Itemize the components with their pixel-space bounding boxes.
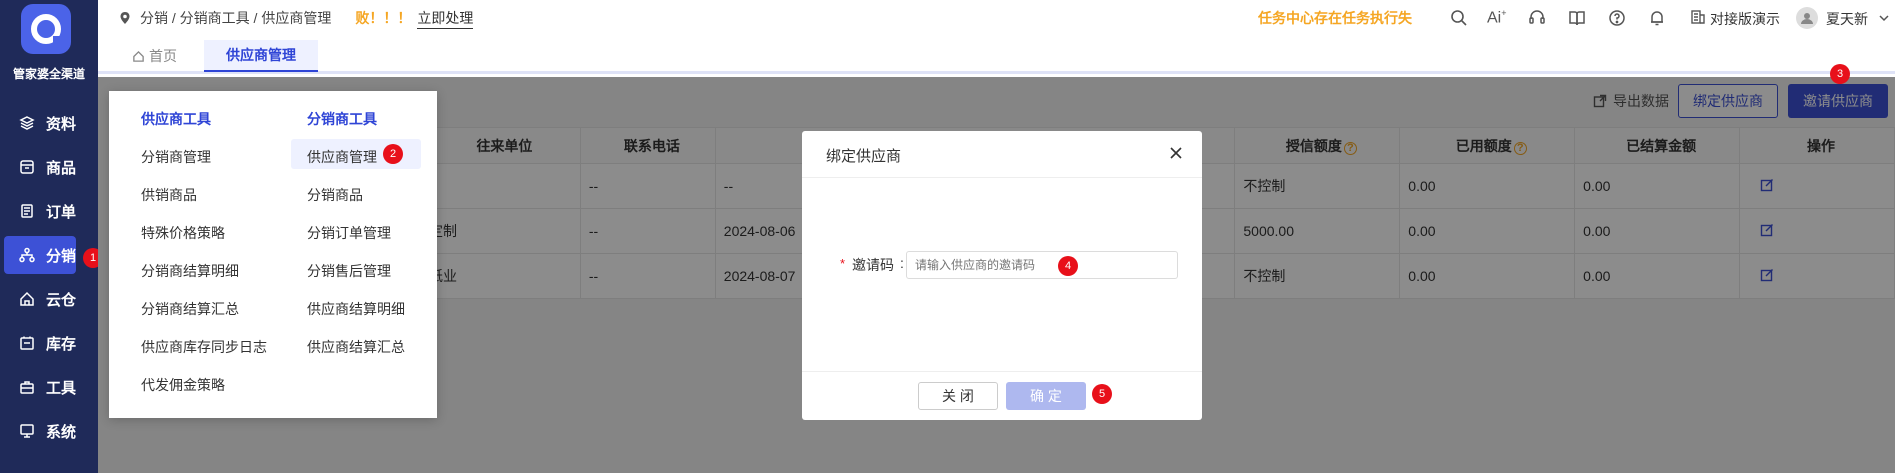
sidebar-item-goods[interactable]: 商品 (0, 148, 98, 186)
menu-item-supplier-settlement-detail[interactable]: 供应商结算明细 (307, 299, 405, 319)
bell-icon[interactable] (1648, 9, 1666, 30)
sidebar-item-tools[interactable]: 工具 (0, 368, 98, 406)
user-name[interactable]: 夏天新 (1826, 9, 1868, 29)
sidebar-item-data[interactable]: 资料 (0, 104, 98, 142)
menu-item-supply-goods[interactable]: 供销商品 (141, 185, 197, 205)
confirm-button[interactable]: 确 定 (1006, 382, 1086, 410)
sidebar-item-label: 库存 (46, 335, 77, 353)
step-badge-4: 4 (1058, 256, 1078, 276)
menu-item-dropship-commission[interactable]: 代发佣金策略 (141, 375, 225, 395)
tab-bar: 首页 供应商管理 (98, 36, 1895, 74)
menu-item-distributor-settlement-detail[interactable]: 分销商结算明细 (141, 261, 239, 281)
menu-item-special-price[interactable]: 特殊价格策略 (141, 223, 225, 243)
sidebar-item-label: 系统 (46, 423, 77, 441)
top-bar: 分销 / 分销商工具 / 供应商管理 败！！！ 立即处理 任务中心存在任务执行失… (98, 0, 1895, 36)
app-logo (21, 4, 71, 54)
menu-heading-supplier-tools: 供应商工具 (141, 111, 211, 127)
home-icon (132, 50, 145, 63)
toolbox-icon (18, 378, 36, 396)
stock-icon (18, 334, 36, 352)
step-badge-2: 2 (383, 144, 403, 164)
bind-supplier-dialog: 绑定供应商 * 邀请码 : 4 关 闭 确 定 5 (802, 131, 1202, 420)
book-icon[interactable] (1568, 9, 1586, 30)
search-icon[interactable] (1450, 9, 1468, 30)
sidebar-item-label: 订单 (46, 203, 77, 221)
menu-item-distribution-orders[interactable]: 分销订单管理 (307, 223, 391, 243)
location-icon (118, 11, 132, 25)
cloud-house-icon (18, 290, 36, 308)
brand-name: 管家婆全渠道 (12, 67, 85, 81)
close-icon[interactable] (1168, 145, 1184, 164)
tab-home[interactable]: 首页 (116, 40, 193, 72)
tab-supplier-management[interactable]: 供应商管理 (204, 40, 318, 72)
layers-icon (18, 114, 36, 132)
sidebar-item-distribution[interactable]: 分销 (4, 236, 76, 274)
sidebar: 管家婆全渠道 资料 商品 订单 分销 1 云仓 库存 工具 系统 (0, 0, 103, 473)
network-icon (18, 246, 36, 264)
required-mark: * (840, 256, 846, 271)
sidebar-item-label: 工具 (46, 379, 77, 397)
distribution-menu: 供应商工具 分销商工具 分销商管理 供销商品 特殊价格策略 分销商结算明细 分销… (109, 91, 437, 418)
handle-now-link[interactable]: 立即处理 (417, 8, 474, 29)
dialog-header-divider (802, 177, 1202, 178)
account-type[interactable]: 对接版演示 (1710, 9, 1780, 29)
sidebar-item-system[interactable]: 系统 (0, 412, 98, 450)
box-icon (18, 158, 36, 176)
sidebar-item-inventory[interactable]: 库存 (0, 324, 98, 362)
ai-icon[interactable]: Ai+ (1487, 8, 1507, 27)
tab-label: 首页 (149, 48, 177, 64)
step-badge-3: 3 (1830, 64, 1850, 84)
monitor-icon (18, 422, 36, 440)
invite-code-label: 邀请码 (852, 257, 894, 273)
step-badge-5: 5 (1092, 384, 1112, 404)
sidebar-item-label: 资料 (46, 115, 77, 133)
sidebar-item-label: 分销 (46, 247, 77, 265)
dialog-footer-divider (802, 371, 1202, 372)
help-icon[interactable] (1608, 9, 1626, 30)
dialog-title: 绑定供应商 (826, 148, 902, 165)
tab-label: 供应商管理 (226, 47, 296, 63)
sidebar-item-label: 云仓 (46, 291, 77, 309)
menu-item-supplier-stock-sync-log[interactable]: 供应商库存同步日志 (141, 337, 267, 357)
menu-item-distribution-goods[interactable]: 分销商品 (307, 185, 363, 205)
menu-item-distributor-settlement-summary[interactable]: 分销商结算汇总 (141, 299, 239, 319)
support-icon[interactable] (1528, 9, 1546, 30)
invite-code-input[interactable] (906, 251, 1178, 279)
sidebar-item-orders[interactable]: 订单 (0, 192, 98, 230)
avatar[interactable] (1796, 7, 1818, 29)
menu-item-distribution-aftersale[interactable]: 分销售后管理 (307, 261, 391, 281)
alert-text: 败！！！ (355, 10, 412, 26)
app-window: 管家婆全渠道 资料 商品 订单 分销 1 云仓 库存 工具 系统 分销 / 分销… (0, 0, 1895, 473)
sidebar-item-cloud-warehouse[interactable]: 云仓 (0, 280, 98, 318)
order-icon (18, 202, 36, 220)
close-button[interactable]: 关 闭 (918, 382, 998, 410)
chevron-down-icon[interactable] (1878, 11, 1890, 27)
menu-heading-distributor-tools: 分销商工具 (307, 111, 377, 127)
menu-item-distributor-management[interactable]: 分销商管理 (141, 147, 211, 167)
breadcrumb: 分销 / 分销商工具 / 供应商管理 (140, 10, 332, 26)
menu-item-supplier-settlement-summary[interactable]: 供应商结算汇总 (307, 337, 405, 357)
building-icon (1690, 9, 1706, 28)
label-colon: : (900, 255, 904, 271)
sidebar-item-label: 商品 (46, 159, 77, 177)
task-center-notice[interactable]: 任务中心存在任务执行失 (1258, 8, 1413, 28)
